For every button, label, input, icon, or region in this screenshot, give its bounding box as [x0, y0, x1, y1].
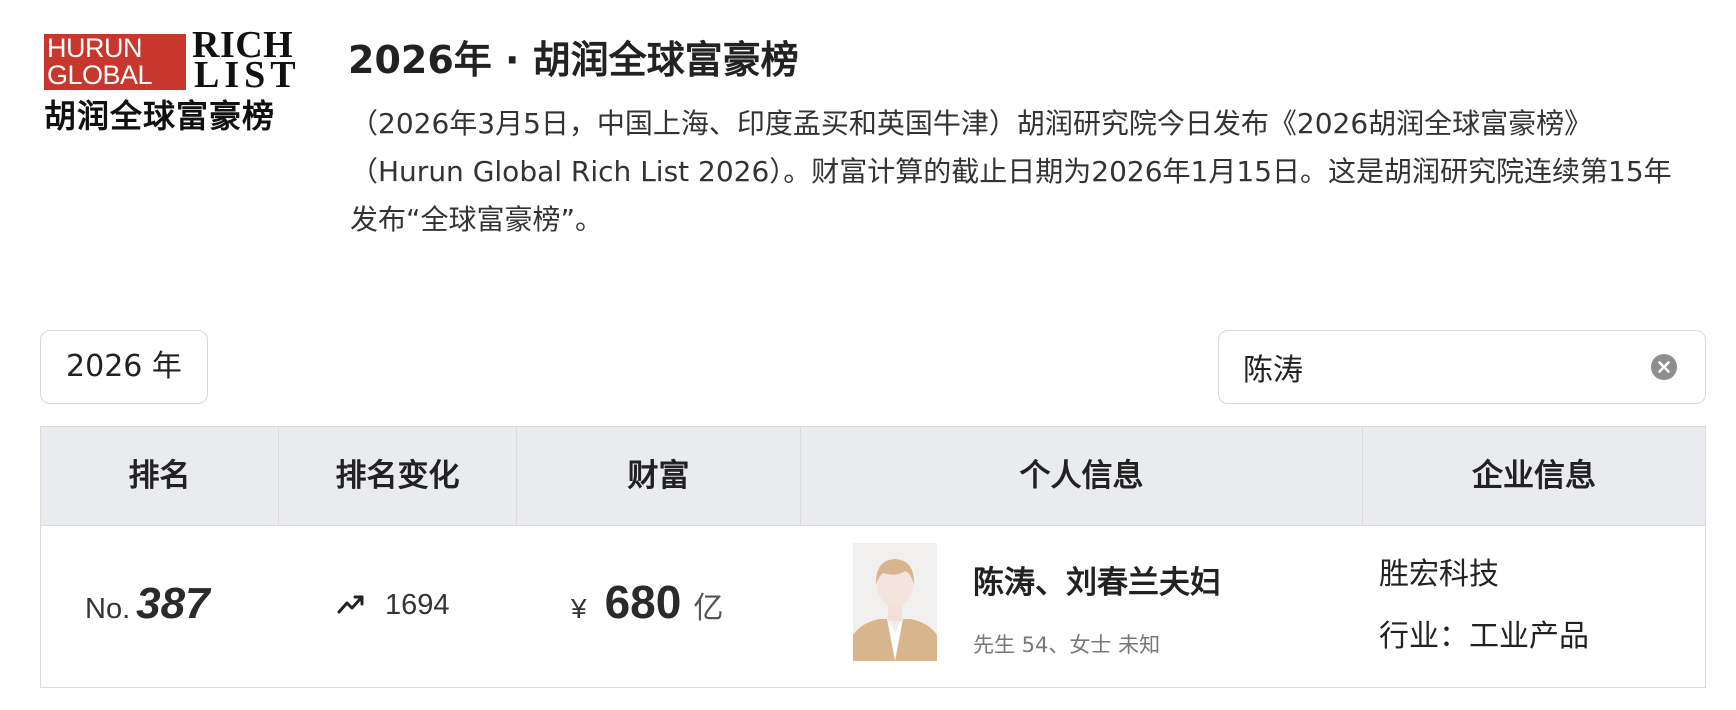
page-title: 2026年 · 胡润全球富豪榜	[348, 38, 799, 82]
search-box[interactable]	[1218, 330, 1706, 404]
column-header-rank-change[interactable]: 排名变化	[279, 427, 517, 525]
person-detail: 先生 54、女士 未知	[973, 633, 1161, 657]
rank-prefix: No.	[85, 593, 131, 625]
wealth-cell: ¥680 亿	[517, 527, 801, 687]
column-header-rank[interactable]: 排名	[41, 427, 279, 525]
currency-symbol: ¥	[571, 593, 587, 624]
column-header-wealth[interactable]: 财富	[517, 427, 801, 525]
wealth-unit: 亿	[693, 591, 724, 626]
company-info-cell: 胜宏科技 行业：工业产品	[1363, 527, 1705, 687]
logo-text-list: LIST	[194, 54, 301, 96]
trending-up-icon	[337, 591, 367, 615]
page-description: （2026年3月5日，中国上海、印度孟买和英国牛津）胡润研究院今日发布《2026…	[350, 107, 1672, 236]
search-input[interactable]	[1243, 331, 1643, 403]
wealth-value: 680	[604, 576, 682, 628]
rich-list-table: 排名 排名变化 财富 个人信息 企业信息 No. 387 1694 ¥ 680 …	[40, 426, 1706, 688]
rank-number: 387	[136, 579, 210, 628]
rank-change-value: 1694	[385, 589, 450, 621]
personal-info-cell: 陈涛、刘春兰夫妇 先生 54、女士 未知	[801, 527, 1363, 687]
company-name[interactable]: 胜宏科技	[1379, 549, 1499, 593]
logo-black-block: RICH LIST	[192, 26, 316, 96]
hurun-logo: HURUN GLOBAL RICH LIST 胡润全球富豪榜	[44, 26, 312, 138]
close-circle-icon[interactable]	[1651, 354, 1677, 380]
logo-wordmark: HURUN GLOBAL RICH LIST	[44, 26, 312, 94]
column-header-personal-info: 个人信息	[801, 427, 1363, 525]
year-select[interactable]: 2026 年	[40, 330, 208, 404]
logo-text-hurun: HURUN	[47, 33, 143, 63]
rank-cell: No. 387	[41, 527, 279, 687]
column-header-company-info: 企业信息	[1472, 458, 1596, 494]
table-row[interactable]: No. 387 1694 ¥680 亿 陈涛、刘春兰夫妇 先生 54、女士 未知…	[41, 527, 1705, 687]
logo-red-block: HURUN GLOBAL	[44, 34, 186, 90]
logo-text-global: GLOBAL	[47, 60, 153, 90]
avatar	[853, 543, 937, 661]
rank-change-cell: 1694	[279, 527, 517, 687]
table-header: 排名 排名变化 财富 个人信息 企业信息	[41, 427, 1705, 526]
logo-chinese-title: 胡润全球富豪榜	[44, 97, 276, 135]
rank-change: 1694	[337, 589, 450, 622]
person-name[interactable]: 陈涛、刘春兰夫妇	[973, 557, 1221, 602]
rank: No. 387	[85, 579, 210, 629]
wealth: ¥680 亿	[571, 575, 723, 629]
industry: 行业：工业产品	[1379, 619, 1589, 654]
